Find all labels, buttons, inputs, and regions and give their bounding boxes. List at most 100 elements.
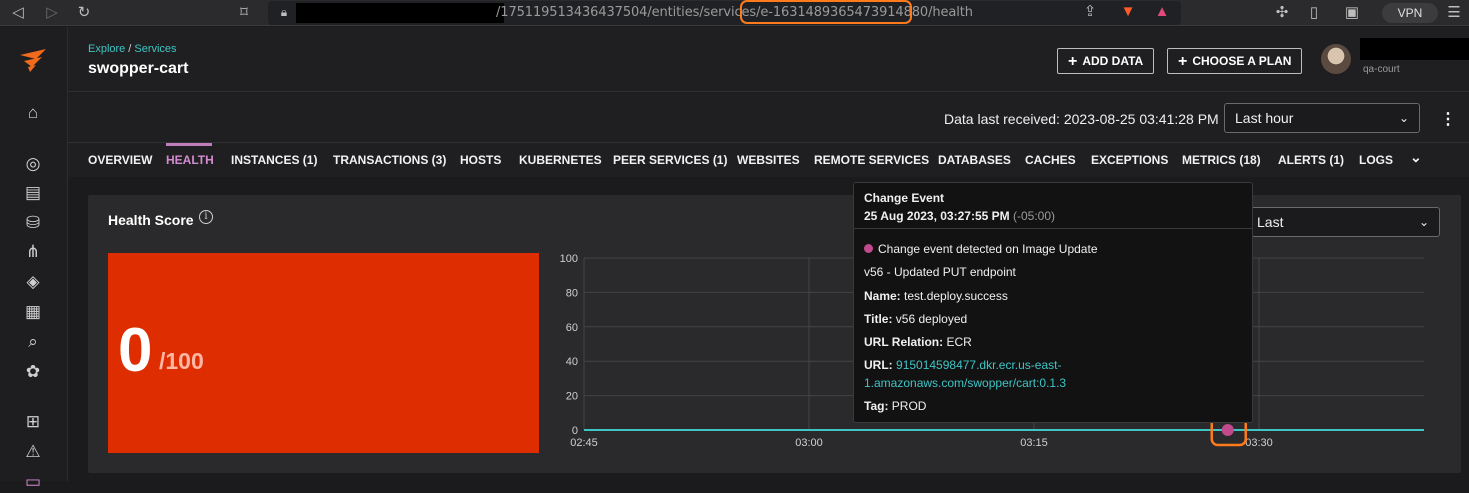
browser-toolbar: ◁ ▷ ↻ ⌑ 🔒︎ /175119513436437504/entities/… [0,0,1469,26]
database-icon[interactable]: ⛁ [22,212,44,234]
tab-hosts[interactable]: HOSTS [460,153,501,167]
info-icon[interactable]: i [199,210,213,224]
change-event-marker [1221,424,1234,436]
breadcrumb-explore[interactable]: Explore [88,43,125,55]
last-received-text: Data last received: 2023-08-25 03:41:28 … [944,111,1219,127]
tooltip-event: Change event detected on Image Update [878,242,1098,256]
add-data-button[interactable]: + ADD DATA [1057,48,1155,74]
plus-icon: + [1178,53,1188,70]
url-link-line2[interactable]: 1.amazonaws.com/swopper/cart:0.1.3 [864,376,1066,390]
data-status-bar: Data last received: 2023-08-25 03:41:28 … [68,93,1469,143]
topology-icon[interactable]: ⋔ [22,241,44,263]
grid-icon[interactable]: ▦ [22,301,44,323]
bookmark-icon[interactable]: ⌑ [234,3,254,23]
url-highlight-annotation [740,0,912,24]
wallet-icon[interactable]: ▣ [1342,3,1362,23]
more-tabs-chevron-icon[interactable]: ⌄ [1410,149,1422,166]
health-score-value: 0 [118,316,153,385]
tooltip-version: v56 - Updated PUT endpoint [864,265,1016,279]
tab-exceptions[interactable]: EXCEPTIONS [1091,153,1168,167]
tab-peer-services[interactable]: PEER SERVICES (1) [613,153,727,167]
y-tick-label: 60 [566,322,578,334]
relation-label: URL Relation: [864,335,944,349]
name-label: Name: [864,289,901,303]
sidebar-toggle-icon[interactable]: ▯ [1304,3,1324,23]
lock-icon: 🔒︎ [280,5,288,19]
url-link-line1[interactable]: 915014598477.dkr.ecr.us-east- [896,358,1061,372]
tab-transactions[interactable]: TRANSACTIONS (3) [333,153,446,167]
time-range-value: Last hour [1235,110,1294,126]
redacted-url-segment [296,3,504,23]
active-tab-indicator [166,143,212,146]
avatar[interactable] [1321,44,1351,74]
extensions-icon[interactable]: ✣ [1272,3,1292,23]
left-nav-rail: ⌂ ◎ ▤ ⛁ ⋔ ◈ ▦ ⌕ ✿ ⊞ ⚠ ▭ [0,27,68,491]
choose-plan-button[interactable]: + CHOOSE A PLAN [1167,48,1303,74]
widgets-icon[interactable]: ⊞ [22,411,44,433]
folder-icon[interactable]: ▭ [22,471,44,493]
org-name: qa-court [1363,64,1400,75]
tooltip-title: Change Event [864,191,945,205]
tab-instances[interactable]: INSTANCES (1) [231,153,317,167]
reload-icon[interactable]: ↻ [74,3,94,23]
tab-health[interactable]: HEALTH [166,153,214,167]
tag-value: PROD [891,399,927,413]
vpn-button[interactable]: VPN [1382,3,1438,23]
choose-plan-label: CHOOSE A PLAN [1192,54,1292,68]
back-icon[interactable]: ◁ [8,3,28,23]
url-label: URL: [864,358,893,372]
y-tick-label: 80 [566,287,578,299]
more-options-icon[interactable]: ⋮ [1440,109,1456,129]
x-tick-label: 03:30 [1245,437,1273,449]
tab-overview[interactable]: OVERVIEW [88,153,152,167]
explore-icon[interactable]: ◎ [22,153,44,175]
home-icon[interactable]: ⌂ [22,102,44,124]
address-bar[interactable]: 🔒︎ /175119513436437504/entities/services… [268,0,1181,25]
tab-metrics[interactable]: METRICS (18) [1182,153,1261,167]
tab-remote-services[interactable]: REMOTE SERVICES [814,153,929,167]
health-score-max: /100 [159,348,204,374]
layers-icon[interactable]: ◈ [22,271,44,293]
solarwinds-logo-icon[interactable] [18,47,48,73]
page-title: swopper-cart [88,60,189,77]
log-search-icon[interactable]: ⌕ [22,331,44,353]
relation-value: ECR [946,335,972,349]
brave-rewards-icon[interactable]: ▲ [1152,2,1172,22]
share-icon[interactable]: ⇪ [1080,2,1100,22]
plus-icon: + [1068,53,1078,70]
time-range-select[interactable]: Last hour ⌄ [1224,103,1420,133]
dashboards-icon[interactable]: ▤ [22,182,44,204]
alert-icon[interactable]: ⚠ [22,441,44,463]
tab-websites[interactable]: WEBSITES [737,153,800,167]
redacted-username [1360,38,1469,60]
health-score-card: 0 /100 [108,253,539,453]
tab-kubernetes[interactable]: KUBERNETES [519,153,602,167]
event-dot-icon [864,244,873,253]
tab-bar: OVERVIEW HEALTH INSTANCES (1) TRANSACTIO… [68,143,1469,177]
tab-alerts[interactable]: ALERTS (1) [1278,153,1344,167]
tab-caches[interactable]: CACHES [1025,153,1076,167]
chevron-down-icon: ⌄ [1398,111,1409,125]
x-tick-label: 03:15 [1020,437,1048,449]
tooltip-datetime: 25 Aug 2023, 03:27:55 PM [864,209,1010,223]
y-tick-label: 20 [566,391,578,403]
tag-label: Tag: [864,399,889,413]
chevron-down-icon: ⌄ [1418,215,1429,229]
y-tick-label: 0 [572,425,578,437]
chart-range-select[interactable]: Last ⌄ [1244,207,1440,237]
breadcrumb-services[interactable]: Services [134,43,176,55]
page-header: Explore / Services swopper-cart + ADD DATA … [68,27,1469,92]
brave-shield-icon[interactable]: ▼ [1118,2,1138,22]
title-label: Title: [864,312,893,326]
x-tick-label: 03:00 [795,437,823,449]
y-tick-label: 100 [560,253,578,265]
forward-icon[interactable]: ▷ [42,3,62,23]
tab-databases[interactable]: DATABASES [938,153,1011,167]
tab-logs[interactable]: LOGS [1359,153,1393,167]
cluster-icon[interactable]: ✿ [22,361,44,383]
add-data-label: ADD DATA [1082,54,1144,68]
y-tick-label: 40 [566,356,578,368]
menu-icon[interactable]: ☰ [1444,3,1464,23]
title-value: v56 deployed [895,312,968,326]
tooltip-timezone: (-05:00) [1012,209,1056,223]
